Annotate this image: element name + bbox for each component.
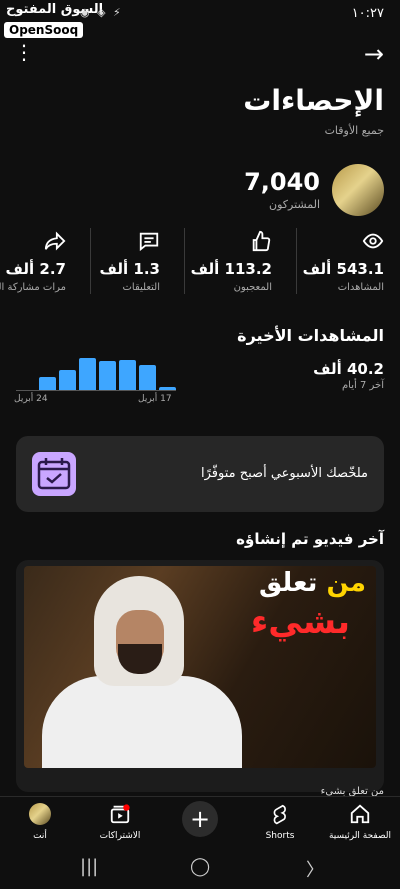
overlay-word-white: تعلق — [258, 568, 318, 598]
latest-video-title: آخر فيديو تم إنشاؤه — [236, 530, 384, 548]
weekly-summary-text: ملخّصك الأسبوعي أصبح متوفّرًا — [200, 466, 368, 481]
thumbnail-overlay-line1: من تعلق — [259, 568, 366, 598]
arrow-forward-icon[interactable]: → — [364, 40, 384, 68]
nav-shorts-label: Shorts — [265, 831, 295, 841]
stat-shares-label: مرات مشاركة الف — [0, 282, 66, 293]
channel-avatar[interactable] — [332, 164, 384, 216]
chart-bar[interactable] — [59, 370, 76, 390]
more-vert-icon[interactable]: ⋮ — [14, 42, 34, 62]
nav-subscriptions[interactable]: الاشتراكات — [84, 801, 156, 845]
stat-views-label: المشاهدات — [337, 282, 384, 293]
latest-video-card[interactable]: من تعلق بشيء — [16, 560, 384, 792]
stat-comments-label: التعليقات — [122, 282, 160, 293]
system-navigation: ||| ◯ 〉 — [0, 846, 400, 889]
chart-bar[interactable] — [39, 377, 56, 390]
chart-axis-start: 17 أبريل — [138, 394, 172, 404]
nav-subscriptions-label: الاشتراكات — [99, 831, 141, 841]
stat-likes-label: المعجبون — [233, 282, 272, 293]
stats-row: 543.1 ألف المشاهدات 113.2 ألف المعجبون 1… — [0, 226, 400, 298]
stat-views[interactable]: 543.1 ألف المشاهدات — [294, 226, 384, 298]
avatar-icon — [29, 803, 51, 825]
opensooq-badge: OpenSooq — [4, 22, 84, 38]
status-indicators: ◉ ◈ ⚡ — [80, 6, 123, 19]
status-time: ١٠:٢٧ — [351, 6, 384, 21]
video-thumbnail[interactable]: من تعلق بشيء — [24, 566, 376, 768]
calendar-check-icon — [32, 452, 76, 496]
stat-divider — [296, 228, 297, 294]
stat-shares-value: 2.7 ألف — [5, 260, 66, 278]
chart-axis-end: 24 أبريل — [14, 394, 48, 404]
home-icon — [350, 804, 370, 824]
recent-views-period: آخر 7 أيام — [341, 380, 384, 391]
recent-views-title: المشاهدات الأخيرة — [237, 326, 384, 345]
page-title: الإحصاءات — [243, 84, 384, 117]
stat-divider — [184, 228, 185, 294]
thumbs-up-icon — [252, 230, 271, 252]
page-subtitle: جميع الأوقات — [324, 124, 384, 137]
stat-shares[interactable]: 2.7 ألف مرات مشاركة الف — [0, 226, 66, 298]
recents-icon[interactable]: ||| — [80, 856, 98, 877]
nav-home[interactable]: الصفحة الرئيسية — [324, 801, 396, 845]
stat-likes[interactable]: 113.2 ألف المعجبون — [182, 226, 272, 298]
subscribers-count: 7,040 — [244, 168, 320, 196]
weekly-summary-card[interactable]: ملخّصك الأسبوعي أصبح متوفّرًا — [16, 436, 384, 512]
subscribers-label: المشتركون — [269, 198, 320, 211]
stat-views-value: 543.1 ألف — [302, 260, 384, 278]
stat-comments[interactable]: 1.3 ألف التعليقات — [70, 226, 160, 298]
share-icon — [44, 231, 66, 251]
stat-comments-value: 1.3 ألف — [99, 260, 160, 278]
comment-icon — [139, 232, 159, 252]
thumbnail-person-body — [42, 676, 242, 768]
home-system-icon[interactable]: ◯ — [190, 856, 210, 877]
chart-bar[interactable] — [99, 361, 116, 390]
recent-views-value: 40.2 ألف — [313, 360, 384, 378]
eye-icon — [362, 233, 384, 249]
nav-you[interactable]: أنت — [4, 801, 76, 845]
chart-bar[interactable] — [79, 358, 96, 390]
overlay-word-yellow: من — [326, 568, 367, 598]
nav-shorts[interactable]: Shorts — [244, 801, 316, 845]
shorts-icon — [273, 804, 286, 825]
create-button[interactable]: + — [182, 801, 218, 837]
chart-bar[interactable] — [119, 360, 136, 390]
subscriptions-icon — [110, 804, 130, 824]
stat-divider — [90, 228, 91, 294]
back-icon[interactable]: 〉 — [306, 856, 324, 882]
thumbnail-overlay-line2: بشيء — [250, 602, 350, 642]
stat-likes-value: 113.2 ألف — [190, 260, 272, 278]
nav-you-label: أنت — [33, 831, 47, 841]
chart-bar[interactable] — [139, 365, 156, 390]
chart-baseline — [16, 390, 176, 391]
nav-home-label: الصفحة الرئيسية — [328, 831, 392, 841]
